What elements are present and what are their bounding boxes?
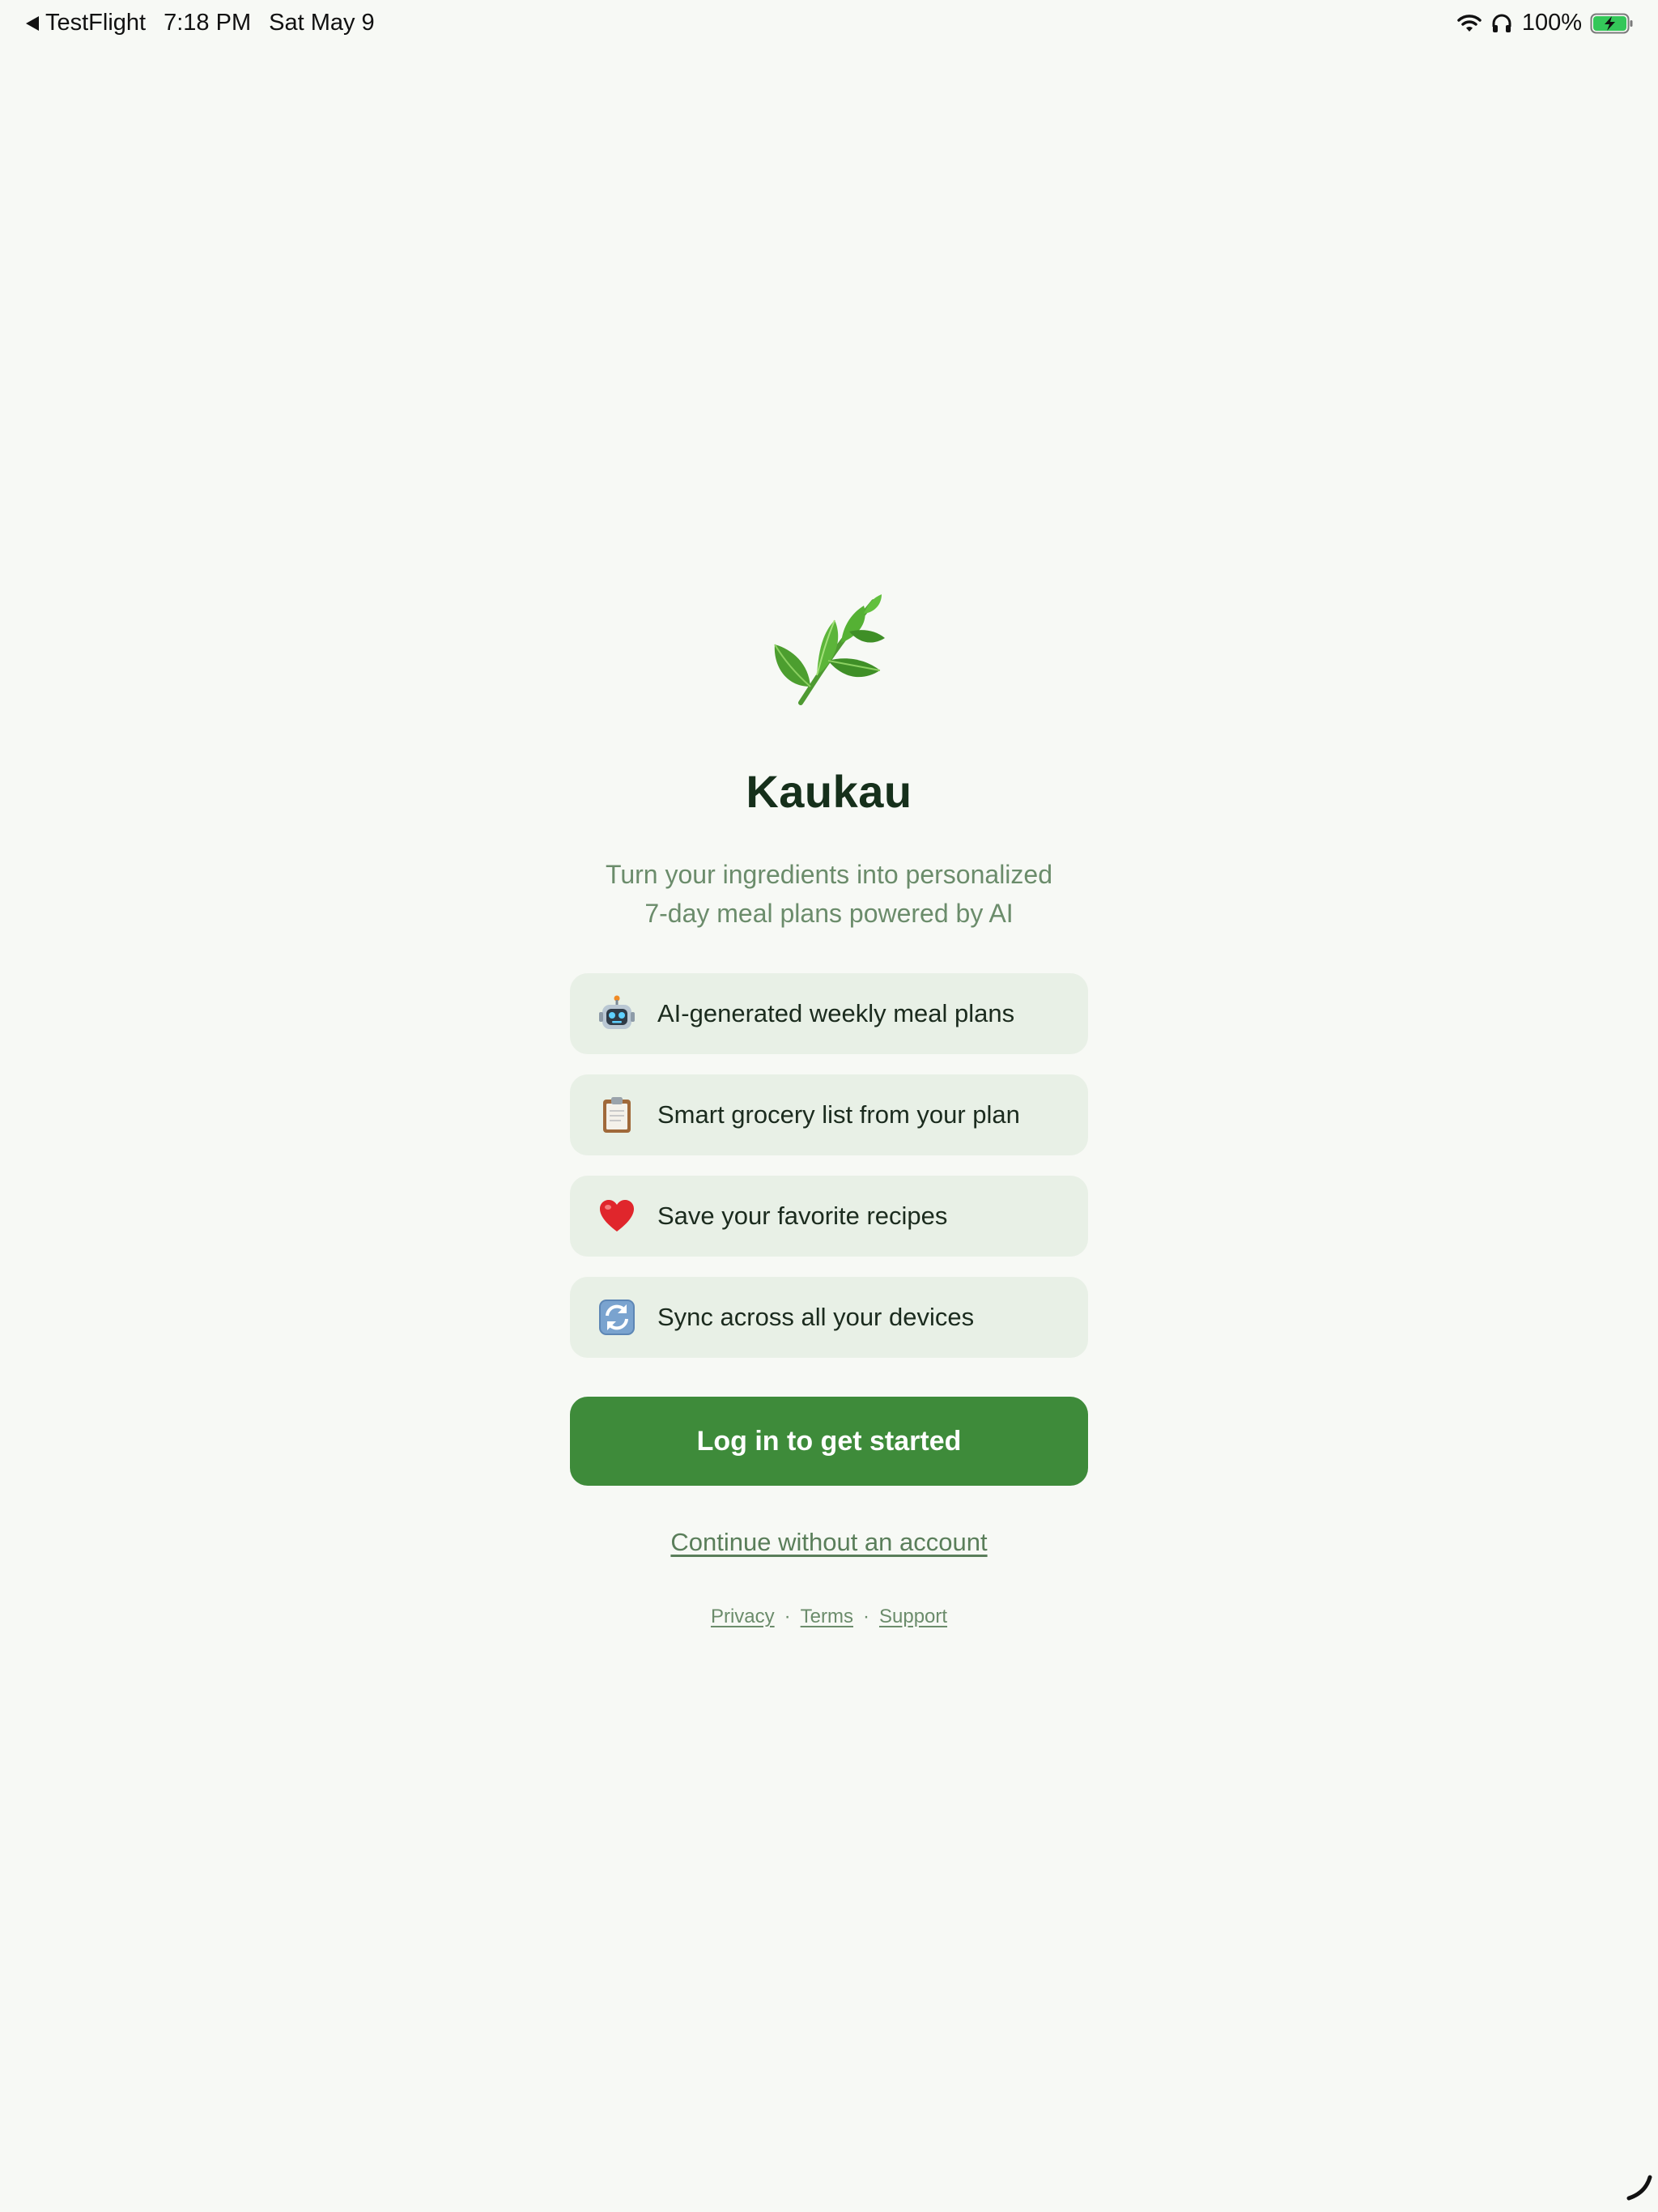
battery-charging-icon	[1590, 13, 1634, 34]
feature-label: Smart grocery list from your plan	[657, 1100, 1020, 1129]
app-subtitle: Turn your ingredients into personalized …	[570, 855, 1088, 933]
feature-label: AI-generated weekly meal plans	[657, 999, 1015, 1027]
footer-separator: ·	[862, 1606, 869, 1627]
feature-label: Sync across all your devices	[657, 1303, 975, 1331]
status-left: TestFlight 7:18 PM Sat May 9	[26, 10, 375, 36]
app-title: Kaukau	[746, 766, 912, 817]
back-arrow-icon[interactable]	[26, 15, 39, 31]
footer-links: Privacy · Terms · Support	[570, 1606, 1088, 1628]
status-bar: TestFlight 7:18 PM Sat May 9 100%	[0, 0, 1658, 52]
corner-resize-handle-icon	[1624, 2172, 1653, 2206]
headphones-icon	[1491, 13, 1512, 34]
feature-list: AI-generated weekly meal plans Smart gro…	[570, 973, 1088, 1358]
battery-percent: 100%	[1521, 10, 1582, 36]
status-date: Sat May 9	[269, 10, 375, 36]
robot-icon	[597, 994, 636, 1033]
clipboard-icon	[597, 1095, 636, 1134]
subtitle-line-2: 7-day meal plans powered by AI	[644, 899, 1014, 928]
login-button[interactable]: Log in to get started	[570, 1397, 1088, 1486]
wifi-icon	[1457, 14, 1482, 33]
welcome-content: Kaukau Turn your ingredients into person…	[570, 589, 1088, 1628]
support-link[interactable]: Support	[879, 1606, 947, 1627]
feature-item-ai-plans: AI-generated weekly meal plans	[570, 973, 1088, 1054]
heart-icon	[597, 1197, 636, 1236]
footer-separator: ·	[784, 1606, 791, 1627]
terms-link[interactable]: Terms	[801, 1606, 853, 1627]
subtitle-line-1: Turn your ingredients into personalized	[605, 860, 1052, 889]
status-right: 100%	[1457, 10, 1634, 36]
back-to-app-link[interactable]: TestFlight	[45, 10, 146, 36]
feature-item-sync: Sync across all your devices	[570, 1277, 1088, 1358]
privacy-link[interactable]: Privacy	[711, 1606, 775, 1627]
feature-item-favorites: Save your favorite recipes	[570, 1176, 1088, 1257]
status-time: 7:18 PM	[164, 10, 252, 36]
feature-item-grocery-list: Smart grocery list from your plan	[570, 1074, 1088, 1155]
sync-icon	[597, 1298, 636, 1337]
feature-label: Save your favorite recipes	[657, 1202, 948, 1230]
herb-leaf-icon	[570, 589, 1088, 711]
continue-without-account-link[interactable]: Continue without an account	[570, 1528, 1088, 1557]
